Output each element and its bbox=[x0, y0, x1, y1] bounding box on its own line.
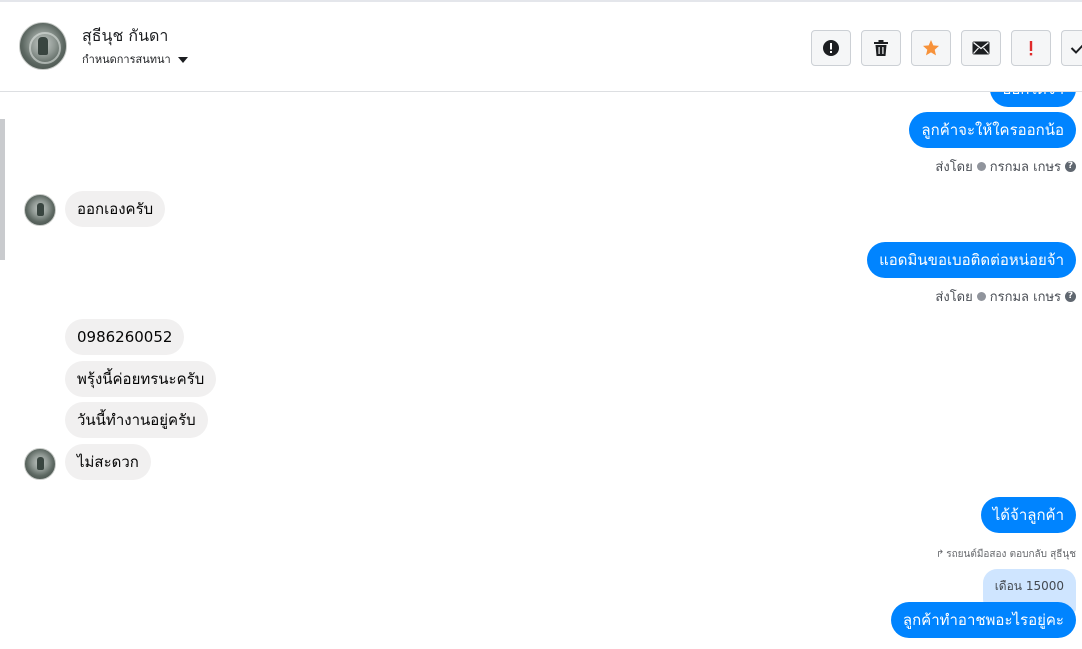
envelope-icon bbox=[972, 41, 990, 55]
outgoing-message[interactable]: ลูกค้าทำอาชพอะไรอยู่คะ bbox=[890, 602, 1076, 638]
star-button[interactable] bbox=[911, 30, 951, 66]
reply-indicator: ↱ รถยนต์มือสอง ตอบกลับ สุธีนุช bbox=[936, 547, 1076, 562]
message-thread[interactable]: ออกได้จ้า ลูกค้าจะให้ใครออกน้อ ส่งโดย กร… bbox=[0, 92, 1082, 649]
conversation-header: สุธีนุช กันดา กำหนดการสนทนา bbox=[0, 2, 1082, 92]
agent-status-icon bbox=[976, 292, 986, 301]
contact-avatar-small bbox=[24, 448, 56, 480]
exclamation-icon bbox=[1029, 41, 1033, 56]
delete-button[interactable] bbox=[861, 30, 901, 66]
incoming-message[interactable]: ไม่สะดวก bbox=[65, 444, 151, 480]
caret-down-icon bbox=[177, 56, 188, 63]
contact-avatar-small bbox=[24, 194, 56, 226]
outgoing-message[interactable]: แอดมินขอเบอติดต่อหน่อยจ้า bbox=[867, 242, 1076, 278]
sent-by-prefix: ส่งโดย bbox=[935, 160, 973, 175]
incoming-message[interactable]: ออกเองครับ bbox=[65, 191, 166, 227]
agent-status-icon bbox=[976, 162, 986, 171]
sent-by-agent: กรกมล เกษร bbox=[989, 290, 1061, 305]
help-icon[interactable]: ? bbox=[1065, 291, 1076, 302]
report-button[interactable] bbox=[811, 30, 851, 66]
contact-avatar[interactable] bbox=[19, 22, 67, 70]
sent-by-agent: กรกมล เกษร bbox=[989, 160, 1061, 175]
mark-done-button[interactable] bbox=[1061, 30, 1082, 66]
outgoing-message[interactable]: ออกได้จ้า bbox=[990, 92, 1076, 107]
sent-by-label: ส่งโดย กรกมล เกษร ? bbox=[935, 156, 1076, 177]
mark-spam-button[interactable] bbox=[1011, 30, 1051, 66]
incoming-message[interactable]: 0986260052 bbox=[65, 319, 185, 355]
outgoing-message[interactable]: ได้จ้าลูกค้า bbox=[980, 497, 1076, 533]
star-icon bbox=[923, 40, 939, 56]
trash-icon bbox=[874, 40, 888, 56]
alert-circle-icon bbox=[823, 40, 839, 56]
check-icon bbox=[1070, 44, 1082, 54]
conversation-toolbar bbox=[811, 30, 1082, 66]
sent-by-prefix: ส่งโดย bbox=[935, 290, 973, 305]
mark-unread-button[interactable] bbox=[961, 30, 1001, 66]
conversation-settings-dropdown[interactable]: กำหนดการสนทนา bbox=[82, 50, 188, 68]
incoming-message[interactable]: วันนี้ทำงานอยู่ครับ bbox=[65, 402, 208, 438]
incoming-message[interactable]: พรุ้งนี้ค่อยทรนะครับ bbox=[65, 361, 217, 397]
sent-by-label: ส่งโดย กรกมล เกษร ? bbox=[935, 286, 1076, 307]
reply-arrow-icon: ↱ bbox=[935, 549, 945, 560]
help-icon[interactable]: ? bbox=[1065, 161, 1076, 172]
outgoing-message[interactable]: ลูกค้าจะให้ใครออกน้อ bbox=[909, 112, 1076, 148]
contact-name[interactable]: สุธีนุช กันดา bbox=[82, 24, 168, 49]
reply-note-text: รถยนต์มือสอง ตอบกลับ สุธีนุช bbox=[946, 549, 1076, 560]
conversation-settings-label: กำหนดการสนทนา bbox=[82, 53, 171, 66]
